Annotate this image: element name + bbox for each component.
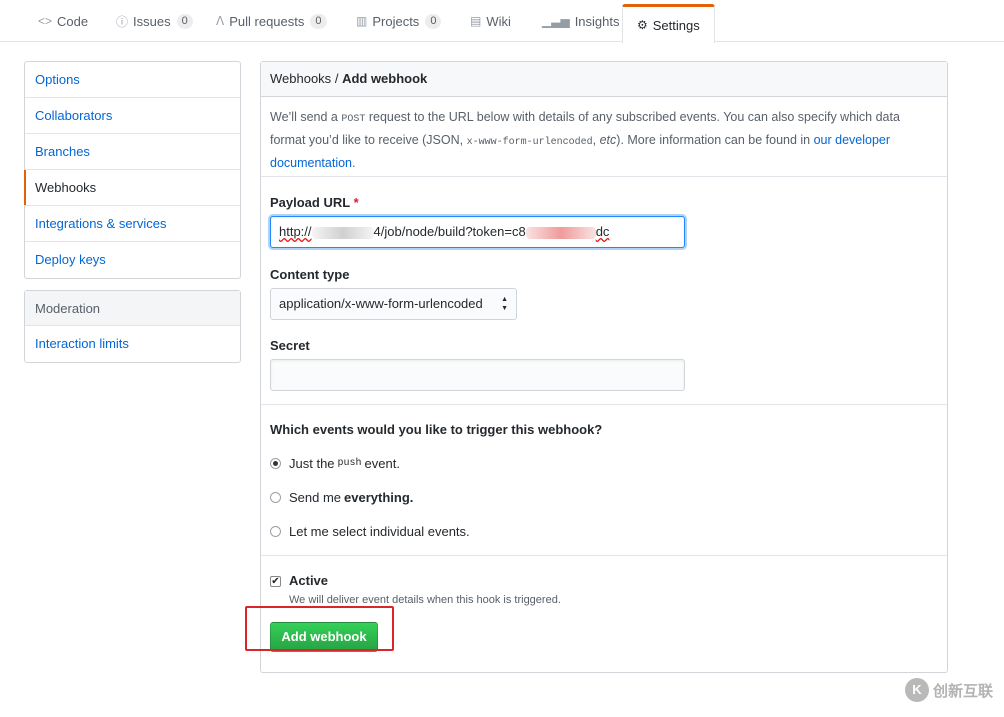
payload-url-input[interactable]: http:// 4/job/node/build?token=c8 dc	[270, 216, 685, 248]
watermark-logo: K	[905, 678, 929, 702]
book-icon: ▤	[470, 14, 482, 28]
settings-menu: Options Collaborators Branches Webhooks …	[24, 61, 241, 279]
graph-icon: ▁▃▅	[542, 14, 570, 28]
tab-code[interactable]: <> Code	[38, 0, 88, 42]
code-icon: <>	[38, 14, 53, 28]
redacted-region	[311, 226, 374, 239]
counter-badge: 0	[176, 13, 193, 29]
counter-badge: 0	[425, 13, 442, 29]
sidebar-item-interaction-limits[interactable]: Interaction limits	[25, 326, 240, 362]
events-question: Which events would you like to trigger t…	[270, 422, 603, 437]
url-text: 4/job/node/build?token=c8	[373, 224, 526, 239]
counter-badge: 0	[310, 13, 327, 29]
intro-text-part: .	[352, 156, 356, 170]
url-text: dc	[595, 224, 610, 239]
payload-url-label: Payload URL *	[270, 195, 359, 210]
required-mark: *	[353, 195, 359, 210]
select-value: application/x-www-form-urlencoded	[279, 296, 483, 311]
label-text: Payload URL	[270, 195, 350, 210]
active-label: Active	[289, 573, 329, 588]
radio-button[interactable]	[270, 458, 281, 469]
tab-label: Code	[57, 13, 89, 29]
sidebar-item-deploy-keys[interactable]: Deploy keys	[25, 242, 240, 278]
intro-emphasis: etc	[599, 133, 617, 147]
radio-button[interactable]	[270, 526, 281, 537]
issue-icon: ⓘ	[116, 14, 129, 29]
tab-label: Projects	[372, 13, 420, 29]
page-title: Add webhook	[342, 71, 428, 86]
repo-nav: <> Code ⓘ Issues 0 ⴷ Pull requests 0 ▥ P…	[0, 0, 1004, 43]
menu-heading: Moderation	[25, 291, 240, 326]
intro-text-part: ). More information can be found in	[616, 133, 814, 147]
radio-label: event.	[364, 456, 400, 471]
secret-label: Secret	[270, 338, 310, 353]
gear-icon: ⚙	[637, 18, 648, 32]
tab-label: Issues	[133, 13, 171, 29]
tab-label: Pull requests	[229, 13, 305, 29]
secret-input[interactable]	[270, 359, 685, 391]
tab-settings[interactable]: ⚙ Settings	[622, 4, 715, 43]
active-checkbox[interactable]: ✔	[270, 576, 281, 587]
active-note: We will deliver event details when this …	[289, 594, 561, 606]
intro-text-part: ,	[592, 133, 600, 147]
content-type-label: Content type	[270, 267, 350, 282]
sidebar-item-integrations[interactable]: Integrations & services	[25, 206, 240, 242]
intro-text-part: We’ll send a	[270, 110, 342, 124]
sidebar-item-branches[interactable]: Branches	[25, 134, 240, 170]
breadcrumb-link[interactable]: Webhooks	[270, 71, 331, 86]
intro-text: We’ll send a POST request to the URL bel…	[261, 98, 947, 177]
tab-issues[interactable]: ⓘ Issues 0	[116, 0, 193, 42]
watermark: K 创新互联	[905, 678, 993, 702]
form-fields: Payload URL * http:// 4/job/node/build?to…	[261, 177, 947, 405]
radio-label: Send me	[289, 490, 342, 505]
webhook-form-box: Webhooks / Add webhook We’ll send a POST…	[260, 61, 948, 673]
sidebar-item-webhooks[interactable]: Webhooks	[24, 170, 240, 206]
radio-everything[interactable]: Send me everything.	[270, 490, 413, 505]
tab-label: Insights	[574, 13, 620, 29]
moderation-menu: Moderation Interaction limits	[24, 290, 241, 363]
events-section: Which events would you like to trigger t…	[261, 405, 947, 556]
breadcrumb: Webhooks / Add webhook	[261, 62, 947, 97]
radio-label-strong: everything.	[344, 490, 414, 505]
tab-wiki[interactable]: ▤ Wiki	[470, 0, 511, 42]
intro-code: POST	[341, 114, 366, 125]
url-text: http://	[279, 224, 312, 239]
tab-label: Settings	[652, 17, 700, 33]
project-icon: ▥	[356, 14, 368, 28]
tab-projects[interactable]: ▥ Projects 0	[356, 0, 442, 42]
watermark-text: 创新互联	[933, 682, 994, 700]
git-pull-request-icon: ⴷ	[216, 14, 225, 28]
sidebar-item-options[interactable]: Options	[25, 62, 240, 98]
radio-select-individual[interactable]: Let me select individual events.	[270, 524, 470, 539]
radio-label: Just the	[289, 456, 335, 471]
intro-code: x-www-form-urlencoded	[466, 137, 593, 148]
tab-label: Wiki	[486, 13, 511, 29]
select-arrow-icon: ▲ ▼	[501, 296, 508, 312]
content-type-select[interactable]: application/x-www-form-urlencoded ▲ ▼	[270, 288, 517, 320]
sidebar-item-collaborators[interactable]: Collaborators	[25, 98, 240, 134]
radio-button[interactable]	[270, 492, 281, 503]
radio-code: push	[337, 458, 362, 469]
breadcrumb-separator: /	[334, 71, 339, 86]
tab-pull-requests[interactable]: ⴷ Pull requests 0	[216, 0, 327, 42]
tab-insights[interactable]: ▁▃▅ Insights	[542, 0, 620, 42]
annotation-highlight	[245, 606, 394, 651]
radio-push-event[interactable]: Just the push event.	[270, 456, 400, 471]
payload-url-value: http:// 4/job/node/build?token=c8 dc	[279, 224, 609, 239]
radio-label: Let me select individual events.	[289, 524, 470, 539]
redacted-region	[525, 226, 596, 239]
